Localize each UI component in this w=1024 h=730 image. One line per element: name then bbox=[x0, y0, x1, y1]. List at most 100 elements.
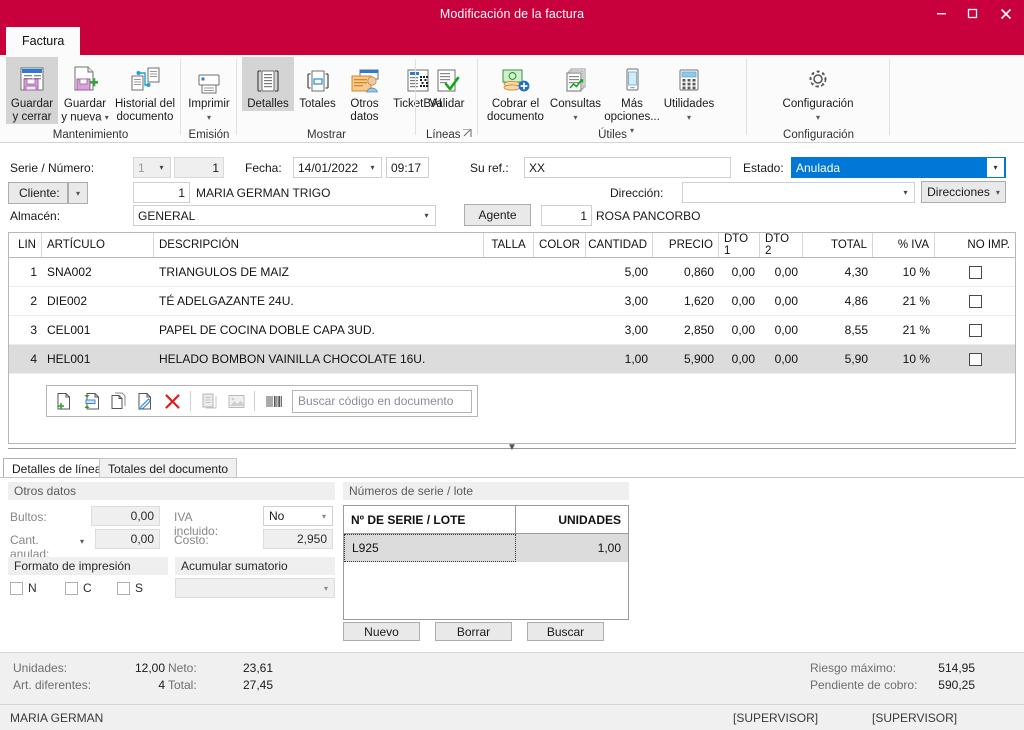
column-header-total[interactable]: TOTAL bbox=[803, 233, 873, 257]
column-header-descripcion[interactable]: DESCRIPCIÓN bbox=[154, 233, 484, 257]
chevron-down-icon[interactable]: ▾ bbox=[316, 512, 332, 521]
column-header-dto2[interactable]: DTO 2 bbox=[760, 233, 803, 257]
imprimir-button[interactable]: Imprimir ▾ bbox=[184, 57, 234, 125]
borrar-button[interactable]: Borrar bbox=[435, 622, 512, 641]
cell-no-imp-checkbox[interactable] bbox=[968, 323, 982, 337]
detalles-button[interactable]: Detalles bbox=[242, 57, 294, 111]
utilidades-button[interactable]: Utilidades ▾ bbox=[660, 57, 718, 125]
table-row[interactable]: 2 DIE002 TÉ ADELGAZANTE 24U. 3,00 1,620 … bbox=[9, 287, 1015, 316]
mas-opciones-button[interactable]: Más opciones... ▾ bbox=[604, 57, 660, 138]
column-header-precio[interactable]: PRECIO bbox=[653, 233, 719, 257]
acumular-sumatorio-combo[interactable]: ▾ bbox=[175, 578, 335, 598]
direcciones-button[interactable]: Direcciones ▾ bbox=[921, 181, 1006, 203]
chevron-down-icon[interactable]: ▾ bbox=[897, 183, 914, 202]
formato-s-checkbox[interactable]: S bbox=[117, 581, 143, 595]
cell-talla bbox=[484, 287, 534, 315]
bultos-input[interactable]: 0,00 bbox=[91, 506, 160, 526]
chevron-down-icon[interactable]: ▾ bbox=[153, 158, 170, 177]
close-icon[interactable] bbox=[988, 0, 1024, 27]
cell-lin: 3 bbox=[30, 323, 37, 337]
chevron-down-icon[interactable]: ▾ bbox=[573, 111, 577, 124]
serie-combo[interactable]: 1 ▾ bbox=[133, 157, 171, 178]
cant-anulada-dropdown-icon[interactable]: ▾ bbox=[80, 537, 84, 546]
table-row[interactable]: 1 SNA002 TRIANGULOS DE MAIZ 5,00 0,860 0… bbox=[9, 258, 1015, 287]
guardar-y-nueva-button[interactable]: Guardar y nueva ▾ bbox=[58, 57, 112, 125]
lineas-dialog-launcher-icon[interactable] bbox=[463, 128, 472, 140]
chevron-down-icon[interactable]: ▾ bbox=[987, 158, 1004, 177]
cell-no-imp-checkbox[interactable] bbox=[968, 294, 982, 308]
chevron-down-icon[interactable]: ▼ bbox=[507, 442, 517, 453]
copy-line-icon[interactable] bbox=[106, 389, 130, 413]
su-ref-input[interactable]: XX bbox=[524, 157, 731, 178]
chevron-down-icon[interactable]: ▾ bbox=[364, 158, 381, 177]
chevron-down-icon[interactable]: ▾ bbox=[687, 111, 691, 124]
chevron-down-icon[interactable]: ▾ bbox=[816, 111, 820, 124]
minimize-icon[interactable] bbox=[926, 0, 957, 27]
cobrar-documento-button[interactable]: Cobrar el documento bbox=[484, 57, 547, 124]
new-line-icon[interactable] bbox=[52, 389, 76, 413]
almacen-value: GENERAL bbox=[138, 208, 196, 223]
chevron-down-icon[interactable]: ▾ bbox=[207, 111, 211, 124]
agente-button[interactable]: Agente bbox=[464, 204, 531, 226]
maximize-icon[interactable] bbox=[957, 0, 988, 27]
cell-no-imp-checkbox[interactable] bbox=[968, 265, 982, 279]
cell-no-imp-checkbox[interactable] bbox=[968, 352, 982, 366]
formato-n-checkbox[interactable]: N bbox=[10, 581, 37, 595]
image-icon[interactable] bbox=[224, 389, 248, 413]
cliente-button[interactable]: Cliente: bbox=[8, 182, 68, 204]
totales-button[interactable]: Totales bbox=[294, 57, 341, 111]
cell-descripcion: TRIANGULOS DE MAIZ bbox=[159, 265, 290, 279]
historial-documento-button[interactable]: Historial del documento bbox=[112, 57, 178, 124]
column-header-articulo[interactable]: ARTÍCULO bbox=[42, 233, 154, 257]
barcode-icon[interactable] bbox=[261, 389, 285, 413]
edit-line-icon[interactable] bbox=[133, 389, 157, 413]
agente-code-input[interactable]: 1 bbox=[541, 205, 592, 226]
iva-incluido-combo[interactable]: No ▾ bbox=[263, 506, 333, 526]
list-item[interactable]: L925 1,00 bbox=[344, 534, 628, 562]
column-header-cantidad[interactable]: CANTIDAD bbox=[586, 233, 653, 257]
cant-anulada-input[interactable]: 0,00 bbox=[95, 529, 160, 549]
costo-input[interactable]: 2,950 bbox=[263, 529, 333, 549]
tab-totales-del-documento[interactable]: Totales del documento bbox=[99, 458, 238, 478]
consultas-button[interactable]: Consultas ▾ bbox=[547, 57, 604, 125]
configuracion-button[interactable]: Configuración ▾ bbox=[759, 57, 877, 125]
chevron-down-icon[interactable]: ▾ bbox=[105, 111, 109, 124]
duplicate-document-icon[interactable] bbox=[197, 389, 221, 413]
delete-line-icon[interactable] bbox=[160, 389, 184, 413]
numero-input[interactable]: 1 bbox=[174, 157, 224, 178]
cliente-dropdown-button[interactable]: ▾ bbox=[68, 182, 88, 204]
tab-detalles-de-linea[interactable]: Detalles de línea bbox=[3, 458, 111, 478]
buscar-button[interactable]: Buscar bbox=[527, 622, 604, 641]
column-header-talla[interactable]: TALLA bbox=[484, 233, 534, 257]
direccion-combo[interactable]: ▾ bbox=[682, 182, 915, 203]
otros-datos-button[interactable]: Otros datos bbox=[341, 57, 388, 124]
window-title: Modificación de la factura bbox=[439, 6, 585, 21]
column-header-serie-lote[interactable]: Nº DE SERIE / LOTE bbox=[344, 506, 516, 533]
ribbon-tab-strip: Factura bbox=[0, 27, 1024, 55]
column-header-iva[interactable]: % IVA bbox=[873, 233, 935, 257]
search-code-input[interactable]: Buscar código en documento bbox=[292, 389, 472, 413]
column-header-unidades[interactable]: UNIDADES bbox=[516, 506, 628, 533]
nuevo-button[interactable]: Nuevo bbox=[343, 622, 420, 641]
column-header-dto1[interactable]: DTO 1 bbox=[719, 233, 760, 257]
almacen-combo[interactable]: GENERAL ▾ bbox=[133, 205, 436, 226]
column-header-color[interactable]: COLOR bbox=[534, 233, 586, 257]
column-header-lin[interactable]: LIN bbox=[9, 233, 42, 257]
formato-c-checkbox[interactable]: C bbox=[65, 581, 92, 595]
fecha-datepicker[interactable]: 14/01/2022 ▾ bbox=[293, 157, 382, 178]
column-header-no-imp[interactable]: NO IMP. bbox=[935, 233, 1015, 257]
validar-button[interactable]: Validar bbox=[422, 57, 472, 111]
estado-combo[interactable]: Anulada ▾ bbox=[791, 157, 1006, 178]
chevron-down-icon[interactable]: ▾ bbox=[318, 584, 334, 593]
riesgo-maximo-value: 514,95 bbox=[938, 661, 975, 675]
table-row[interactable]: 3 CEL001 PAPEL DE COCINA DOBLE CAPA 3UD.… bbox=[9, 316, 1015, 345]
cliente-code-input[interactable]: 1 bbox=[133, 182, 190, 203]
chevron-down-icon[interactable]: ▾ bbox=[418, 206, 435, 225]
hora-input[interactable]: 09:17 bbox=[386, 157, 429, 178]
guardar-y-cerrar-button[interactable]: Guardar y cerrar bbox=[6, 57, 58, 124]
table-row[interactable]: 4 HEL001 HELADO BOMBON VAINILLA CHOCOLAT… bbox=[9, 345, 1015, 374]
tab-factura[interactable]: Factura bbox=[6, 27, 81, 55]
insert-line-icon[interactable] bbox=[79, 389, 103, 413]
panel-splitter[interactable]: ▼ bbox=[8, 442, 1016, 458]
cell-iva: 21 % bbox=[902, 323, 930, 337]
